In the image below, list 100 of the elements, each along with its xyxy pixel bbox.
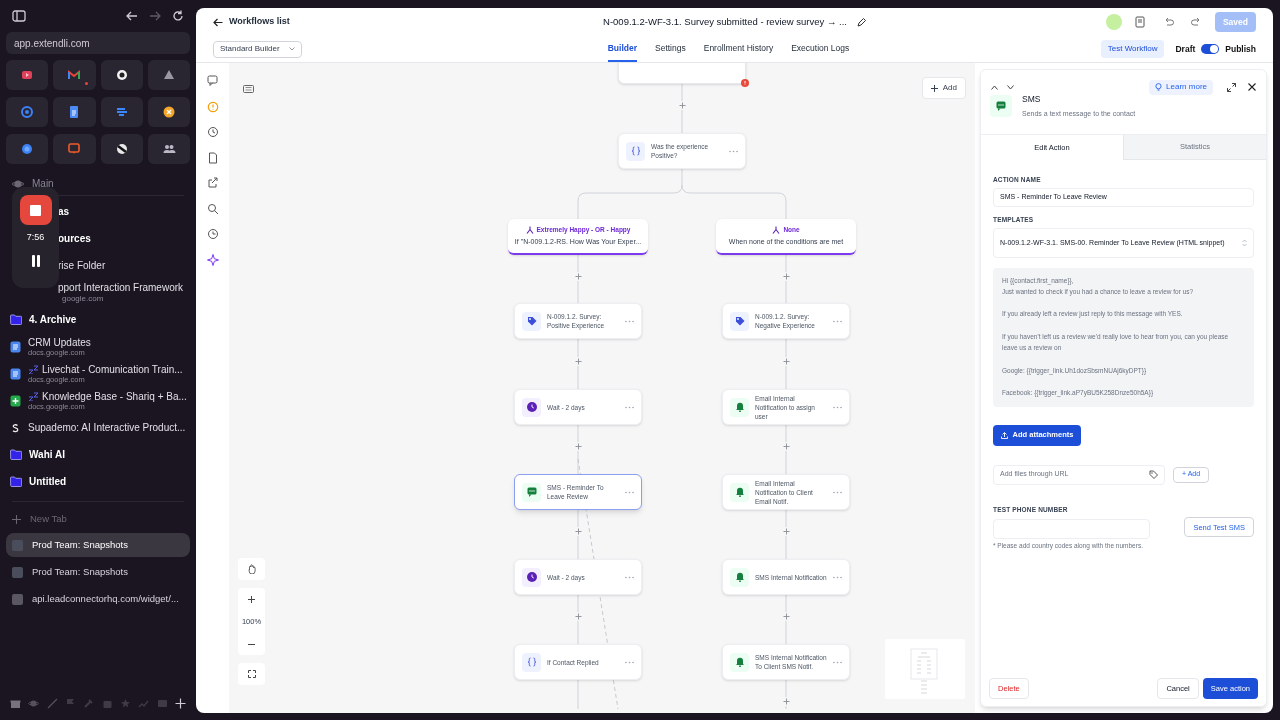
browser-tab[interactable]: Prod Team: Snapshots	[6, 560, 190, 584]
redo-icon[interactable]	[1190, 17, 1202, 27]
more-icon[interactable]	[833, 575, 842, 579]
fork-icon	[772, 225, 781, 234]
more-icon[interactable]	[625, 405, 634, 409]
add-step-icon[interactable]	[573, 526, 583, 536]
expand-icon	[247, 670, 256, 679]
bell-icon	[734, 487, 745, 497]
chevron-updown-icon	[1242, 238, 1247, 247]
clock-icon	[526, 572, 537, 582]
pen-icon[interactable]	[46, 697, 58, 709]
more-icon[interactable]	[729, 149, 738, 153]
plus-icon	[930, 84, 938, 92]
stop-icon	[30, 204, 41, 216]
more-icon[interactable]	[625, 490, 634, 494]
more-icon[interactable]	[625, 660, 634, 664]
pinned-tab[interactable]	[147, 134, 190, 164]
sidebar-item[interactable]: Knowledge Base - Shariq + Ba...	[42, 390, 187, 403]
tab-icon	[12, 566, 23, 578]
tab[interactable]: Execution Logs	[791, 36, 850, 62]
add-step-icon[interactable]	[677, 100, 687, 110]
circle-icon	[114, 142, 129, 156]
pinned-tab[interactable]	[100, 60, 143, 90]
add-step-icon[interactable]	[573, 271, 583, 281]
pan-button[interactable]	[238, 558, 265, 580]
plus-icon	[248, 595, 255, 603]
reload-icon[interactable]	[172, 10, 184, 22]
chat-icon	[67, 142, 82, 156]
browser-tab[interactable]: Prod Team: Snapshots	[6, 533, 190, 557]
add-button[interactable]: Add	[921, 77, 966, 99]
chat-icon[interactable]	[206, 75, 219, 87]
sidebar-item[interactable]: Untitled	[29, 475, 67, 488]
pinned-tab[interactable]	[147, 60, 190, 90]
tab[interactable]: Enrollment History	[703, 36, 774, 62]
sidebar-item[interactable]: 4. Archive	[29, 313, 77, 326]
add-step-icon[interactable]	[573, 611, 583, 621]
pause-icon[interactable]	[30, 254, 41, 267]
clock-icon[interactable]	[206, 126, 219, 138]
chevron-up-icon[interactable]	[991, 84, 998, 90]
publish-toggle[interactable]	[1201, 44, 1220, 54]
external-link-icon[interactable]	[206, 177, 219, 189]
sidebar-item[interactable]: CRM Updates	[28, 336, 91, 349]
learn-more-button[interactable]: Learn more	[1149, 79, 1213, 95]
more-icon[interactable]	[833, 660, 842, 664]
expand-icon[interactable]	[1227, 82, 1236, 92]
browser-tab[interactable]: api.leadconnectorhq.com/widget/...	[6, 587, 190, 611]
item-url: google.com	[61, 294, 105, 303]
star-icon[interactable]	[119, 697, 131, 709]
video-icon	[20, 68, 35, 82]
pinned-tab[interactable]	[147, 97, 190, 127]
test-workflow-button[interactable]: Test Workflow	[1100, 40, 1165, 58]
add-step-icon[interactable]	[573, 356, 583, 366]
keyboard-icon[interactable]	[243, 85, 254, 93]
sidebar-item[interactable]: rise Folder	[58, 259, 196, 272]
recording-time: 7:56	[26, 231, 45, 244]
search-icon[interactable]	[206, 202, 219, 215]
plus-icon[interactable]	[174, 697, 186, 709]
builder-dropdown[interactable]: Standard Builder	[213, 40, 302, 58]
add-step-icon[interactable]	[781, 441, 791, 451]
edit-icon[interactable]	[856, 17, 866, 27]
document-icon[interactable]	[1134, 16, 1146, 28]
back-arrow-icon[interactable]	[213, 17, 223, 27]
back-link[interactable]: Workflows list	[229, 15, 290, 29]
add-step-icon[interactable]	[781, 356, 791, 366]
people-icon	[161, 142, 176, 156]
close-icon[interactable]	[1248, 83, 1256, 91]
chevron-down-icon	[289, 47, 295, 51]
pinned-tab[interactable]	[100, 134, 143, 164]
back-icon[interactable]	[126, 11, 138, 21]
stripes-icon	[114, 105, 129, 119]
more-icon[interactable]	[833, 405, 842, 409]
document-icon[interactable]	[206, 151, 219, 164]
stop-button[interactable]	[19, 195, 52, 225]
more-icon[interactable]	[625, 575, 634, 579]
add-step-icon[interactable]	[781, 526, 791, 536]
url-field[interactable]: app.extendli.com	[6, 32, 190, 54]
braces-icon	[526, 657, 537, 667]
add-step-icon[interactable]	[781, 611, 791, 621]
sparkle-icon[interactable]	[206, 253, 219, 266]
hand-icon	[247, 564, 256, 574]
more-icon[interactable]	[833, 490, 842, 494]
site-icon	[10, 421, 21, 434]
sidebar-item[interactable]: pport Interaction Framework	[58, 282, 196, 294]
add-step-icon[interactable]	[781, 271, 791, 281]
add-step-icon[interactable]	[781, 696, 791, 706]
tab[interactable]: Settings	[655, 36, 686, 62]
history-icon[interactable]	[206, 228, 219, 240]
upload-icon	[1000, 431, 1008, 439]
alert-icon[interactable]	[206, 100, 219, 113]
sidebar-item[interactable]: Wahi AI	[29, 448, 65, 461]
sidebar-icon[interactable]	[12, 10, 26, 22]
fit-view-button[interactable]	[238, 663, 265, 686]
sidebar-item[interactable]: Livechat - Comunication Train...	[42, 363, 183, 376]
chevron-down-icon[interactable]	[1007, 84, 1014, 90]
add-step-icon[interactable]	[573, 441, 583, 451]
forward-icon[interactable]	[149, 11, 161, 21]
sidebar-item[interactable]: ources	[58, 232, 196, 245]
more-icon[interactable]	[625, 319, 634, 323]
sidebar-item[interactable]: Supademo: AI Interactive Product...	[28, 421, 186, 434]
more-icon[interactable]	[833, 319, 842, 323]
